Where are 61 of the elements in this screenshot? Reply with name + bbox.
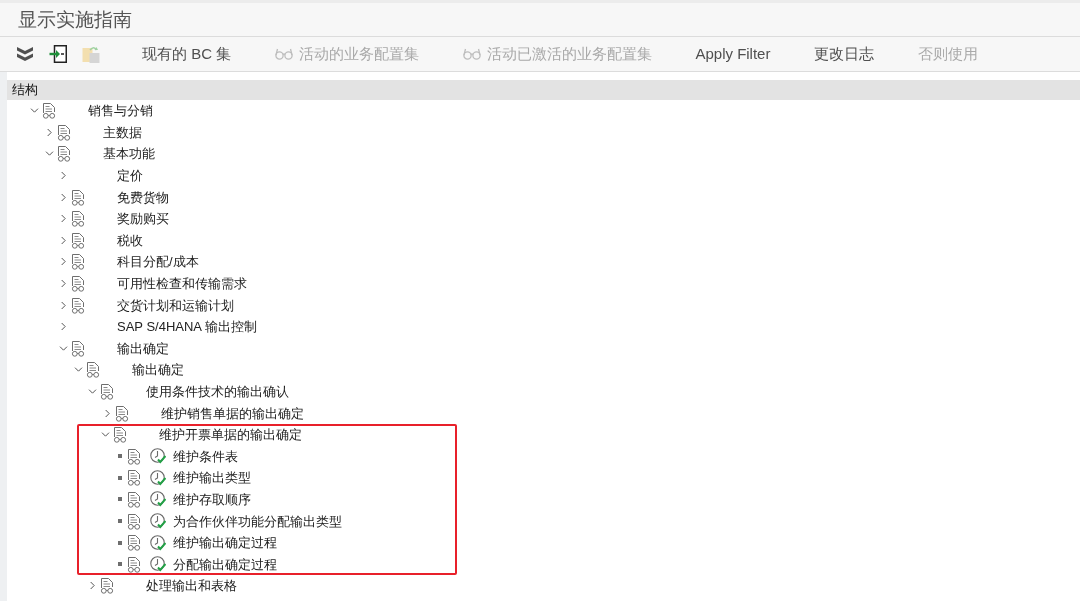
glasses-icon xyxy=(462,48,481,60)
chevron-right-icon[interactable] xyxy=(46,127,52,137)
tree-node-label[interactable]: 维护条件表 xyxy=(173,445,238,467)
clock-check-icon[interactable] xyxy=(150,534,166,551)
tree-node-label[interactable]: 维护开票单据的输出确定 xyxy=(158,424,302,446)
chevron-right-icon[interactable] xyxy=(61,257,66,267)
tree-node-label[interactable]: SAP S/4HANA 输出控制 xyxy=(117,316,257,338)
chevron-right-icon[interactable] xyxy=(90,581,95,591)
tree-node-label[interactable]: 维护输出类型 xyxy=(173,467,251,489)
chevron-right-icon[interactable] xyxy=(61,235,66,245)
chevron-right-icon[interactable] xyxy=(61,279,66,289)
tree-node-label[interactable]: 基本功能 xyxy=(102,143,155,165)
chevron-right-icon[interactable] xyxy=(61,322,66,332)
bullet-icon xyxy=(117,475,122,480)
clock-check-icon[interactable] xyxy=(150,491,166,508)
bullet-icon xyxy=(117,540,122,545)
tree-node-label[interactable]: 科目分配/成本 xyxy=(117,251,199,273)
toolbar-button[interactable]: Apply Filter xyxy=(679,40,787,68)
clock-check-icon[interactable] xyxy=(150,556,166,573)
chevron-down-icon[interactable] xyxy=(30,108,39,114)
tree-node-label[interactable]: 输出确定 xyxy=(131,359,184,381)
tree-node-label[interactable]: 定价 xyxy=(117,165,143,187)
tree-node-label[interactable]: 奖励购买 xyxy=(117,208,169,230)
window-title: 显示实施指南 xyxy=(18,7,132,32)
chevron-right-icon[interactable] xyxy=(61,171,66,181)
chevron-right-icon[interactable] xyxy=(61,192,66,202)
tree-node-label[interactable]: 免费货物 xyxy=(117,186,169,208)
tree-node-label[interactable]: 可用性检查和传输需求 xyxy=(117,273,247,295)
tree-node-label[interactable]: 维护销售单据的输出确定 xyxy=(160,402,304,424)
clock-check-icon[interactable] xyxy=(150,513,166,530)
tree-node-label[interactable]: 使用条件技术的输出确认 xyxy=(146,381,289,402)
chevron-down-icon[interactable] xyxy=(59,345,68,351)
column-header: 结构 xyxy=(7,80,1080,100)
bullet-icon xyxy=(117,497,122,502)
tree-node-label[interactable]: 维护存取顺序 xyxy=(173,489,251,510)
tree-node-label[interactable]: 输出确定 xyxy=(117,337,169,359)
chevron-down-icon[interactable] xyxy=(44,151,54,157)
chevron-right-icon[interactable] xyxy=(61,214,66,224)
toolbar-button[interactable]: 现有的 BC 集 xyxy=(126,40,248,68)
tree-node-label[interactable]: 处理输出和表格 xyxy=(146,575,237,597)
tree-node-label[interactable]: 销售与分销 xyxy=(88,100,153,122)
chevron-right-icon[interactable] xyxy=(104,408,110,418)
chevron-down-icon[interactable] xyxy=(88,389,97,394)
tree-node-label[interactable]: 分配输出确定过程 xyxy=(173,553,277,575)
clock-check-icon[interactable] xyxy=(150,448,166,465)
double-chevron-icon[interactable] xyxy=(16,46,34,62)
bullet-icon xyxy=(117,519,122,524)
chevron-down-icon[interactable] xyxy=(73,367,83,373)
tree-node-label[interactable]: 税收 xyxy=(117,229,143,251)
bullet-icon xyxy=(117,454,122,459)
arrow-into-box-icon[interactable] xyxy=(49,45,67,63)
chevron-down-icon[interactable] xyxy=(100,432,110,438)
glasses-icon xyxy=(274,48,293,60)
toolbar-button[interactable]: 更改日志 xyxy=(798,40,891,68)
tree-node-label[interactable]: 交货计划和运输计划 xyxy=(117,294,234,316)
clock-check-icon[interactable] xyxy=(150,469,166,486)
chevron-right-icon[interactable] xyxy=(61,300,66,310)
tree-node-label[interactable]: 为合作伙伴功能分配输出类型 xyxy=(173,510,342,532)
tree-node-label[interactable]: 主数据 xyxy=(102,121,142,143)
tree-node-label[interactable]: 维护输出确定过程 xyxy=(173,532,277,554)
bullet-icon xyxy=(117,562,122,567)
